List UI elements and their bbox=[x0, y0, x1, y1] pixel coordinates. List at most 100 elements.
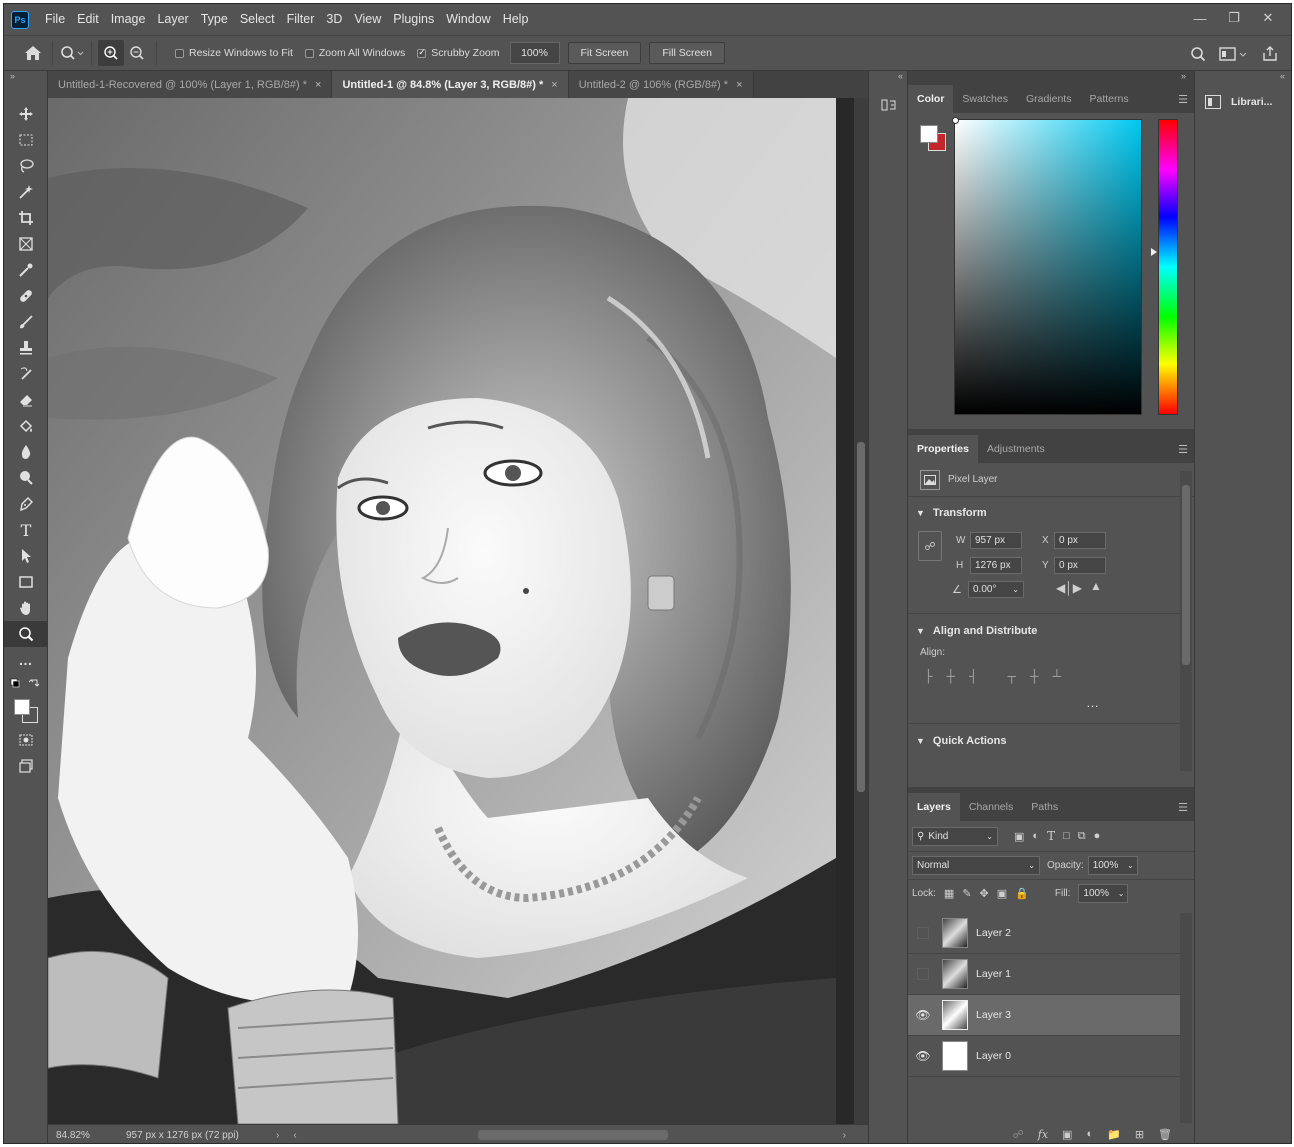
minimize-icon[interactable]: — bbox=[1185, 8, 1215, 28]
y-field[interactable]: 0 px bbox=[1054, 557, 1106, 574]
menu-file[interactable]: File bbox=[39, 4, 71, 35]
more-options-icon[interactable]: … bbox=[1086, 695, 1099, 710]
rectangle-tool-icon[interactable] bbox=[4, 569, 48, 595]
vertical-scrollbar[interactable] bbox=[854, 98, 868, 1124]
clone-stamp-tool-icon[interactable] bbox=[4, 335, 48, 361]
history-brush-tool-icon[interactable] bbox=[4, 361, 48, 387]
tab-untitled-1[interactable]: Untitled-1 @ 84.8% (Layer 3, RGB/8#) * × bbox=[332, 71, 569, 98]
zoom-out-icon[interactable] bbox=[124, 40, 150, 66]
fx-icon[interactable]: fx bbox=[1038, 1128, 1048, 1141]
pen-tool-icon[interactable] bbox=[4, 491, 48, 517]
link-layers-icon[interactable]: ☍ bbox=[1013, 1128, 1024, 1141]
flip-horizontal-icon[interactable]: ◀│▶ bbox=[1056, 581, 1082, 595]
color-picker-handle[interactable] bbox=[952, 117, 959, 124]
tab-untitled-1-recovered[interactable]: Untitled-1-Recovered @ 100% (Layer 1, RG… bbox=[48, 71, 333, 98]
filter-pixel-icon[interactable]: ▣ bbox=[1014, 830, 1024, 843]
foreground-color-swatch[interactable] bbox=[920, 125, 938, 143]
magic-wand-tool-icon[interactable] bbox=[4, 179, 48, 205]
fill-field[interactable]: 100% ⌄ bbox=[1078, 884, 1129, 903]
scrubby-zoom-checkbox[interactable]: Scrubby Zoom bbox=[417, 47, 500, 59]
x-field[interactable]: 0 px bbox=[1054, 532, 1106, 549]
crop-tool-icon[interactable] bbox=[4, 205, 48, 231]
restore-icon[interactable]: ❐ bbox=[1219, 8, 1249, 28]
collapse-icon[interactable]: « bbox=[1195, 71, 1291, 85]
tab-swatches[interactable]: Swatches bbox=[953, 85, 1017, 113]
layer-name[interactable]: Layer 2 bbox=[976, 927, 1011, 939]
menu-3d[interactable]: 3D bbox=[320, 4, 348, 35]
foreground-color-swatch[interactable] bbox=[14, 699, 30, 715]
collapse-icon[interactable]: » bbox=[908, 71, 1194, 85]
eraser-tool-icon[interactable] bbox=[4, 387, 48, 413]
fit-screen-button[interactable]: Fit Screen bbox=[567, 42, 642, 64]
menu-type[interactable]: Type bbox=[195, 4, 234, 35]
menu-view[interactable]: View bbox=[348, 4, 387, 35]
tab-gradients[interactable]: Gradients bbox=[1017, 85, 1081, 113]
properties-scrollbar[interactable] bbox=[1180, 471, 1192, 771]
tab-patterns[interactable]: Patterns bbox=[1080, 85, 1137, 113]
checkbox-box[interactable] bbox=[175, 48, 184, 58]
new-group-icon[interactable]: 📁 bbox=[1107, 1128, 1121, 1141]
lock-position-icon[interactable]: ✥ bbox=[980, 887, 989, 900]
checkbox-box[interactable] bbox=[304, 48, 314, 58]
layer-row-layer-3[interactable]: 👁 Layer 3 bbox=[908, 995, 1180, 1036]
add-mask-icon[interactable]: ▣ bbox=[1062, 1128, 1072, 1141]
zoom-all-windows-checkbox[interactable]: Zoom All Windows bbox=[304, 47, 405, 59]
close-icon[interactable]: × bbox=[551, 79, 557, 91]
layer-row-layer-2[interactable]: Layer 2 bbox=[908, 913, 1180, 954]
history-panel-icon[interactable] bbox=[879, 95, 899, 115]
align-middle-v-icon[interactable]: ┼ bbox=[1030, 669, 1039, 683]
filter-adjustment-icon[interactable]: ◐ bbox=[1032, 830, 1039, 842]
transform-section-header[interactable]: ▼ Transform bbox=[916, 507, 987, 519]
marquee-tool-icon[interactable] bbox=[4, 127, 48, 153]
hand-tool-icon[interactable] bbox=[4, 595, 48, 621]
fill-screen-button[interactable]: Fill Screen bbox=[649, 42, 725, 64]
menu-select[interactable]: Select bbox=[234, 4, 281, 35]
blur-tool-icon[interactable] bbox=[4, 439, 48, 465]
dodge-tool-icon[interactable] bbox=[4, 465, 48, 491]
lock-image-icon[interactable]: ✎ bbox=[962, 887, 971, 900]
menu-edit[interactable]: Edit bbox=[71, 4, 105, 35]
filter-type-icon[interactable]: T bbox=[1047, 829, 1055, 843]
close-icon[interactable]: × bbox=[736, 79, 742, 91]
align-section-header[interactable]: ▼ Align and Distribute bbox=[916, 625, 1037, 637]
horizontal-scrollbar-thumb[interactable] bbox=[478, 1130, 668, 1140]
flip-vertical-icon[interactable]: ▲ bbox=[1090, 579, 1102, 593]
visibility-toggle[interactable] bbox=[917, 968, 929, 980]
lasso-tool-icon[interactable] bbox=[4, 153, 48, 179]
layer-row-layer-1[interactable]: Layer 1 bbox=[908, 954, 1180, 995]
scroll-right-icon[interactable]: › bbox=[843, 1130, 846, 1141]
resize-windows-checkbox[interactable]: Resize Windows to Fit bbox=[175, 47, 293, 59]
panel-menu-icon[interactable]: ☰ bbox=[1178, 443, 1188, 456]
path-selection-tool-icon[interactable] bbox=[4, 543, 48, 569]
lock-transparent-icon[interactable]: ▦ bbox=[944, 887, 954, 900]
link-dimensions-icon[interactable]: ☍ bbox=[918, 531, 942, 561]
scroll-left-icon[interactable]: ‹ bbox=[293, 1130, 296, 1141]
zoom-level[interactable]: 84.82% bbox=[56, 1130, 126, 1141]
default-colors-icon[interactable] bbox=[4, 673, 48, 695]
search-icon[interactable] bbox=[1185, 41, 1211, 67]
libraries-button[interactable]: Librari... bbox=[1195, 85, 1291, 109]
menu-window[interactable]: Window bbox=[440, 4, 496, 35]
zoom-tool-preset-icon[interactable] bbox=[59, 40, 85, 66]
frame-tool-icon[interactable] bbox=[4, 231, 48, 257]
align-left-icon[interactable]: ├ bbox=[924, 669, 933, 683]
scrollbar-thumb[interactable] bbox=[857, 442, 865, 792]
move-tool-icon[interactable] bbox=[4, 101, 48, 127]
filter-smart-object-icon[interactable]: ⧉ bbox=[1078, 830, 1086, 843]
hue-slider[interactable] bbox=[1151, 119, 1178, 415]
close-icon[interactable]: ✕ bbox=[1253, 8, 1283, 28]
width-field[interactable]: 957 px bbox=[970, 532, 1022, 549]
visibility-toggle[interactable] bbox=[917, 927, 929, 939]
opacity-field[interactable]: 100% ⌄ bbox=[1087, 856, 1138, 875]
lock-artboard-icon[interactable]: ▣ bbox=[997, 887, 1007, 900]
home-icon[interactable] bbox=[20, 40, 46, 66]
angle-field[interactable]: 0.00° ⌄ bbox=[968, 581, 1024, 598]
collapse-icon[interactable]: « bbox=[869, 71, 907, 85]
color-swatches-fg-bg[interactable] bbox=[4, 695, 48, 727]
layer-row-layer-0[interactable]: 👁 Layer 0 bbox=[908, 1036, 1180, 1077]
scrollbar-thumb[interactable] bbox=[1182, 485, 1190, 665]
layers-scrollbar[interactable] bbox=[1180, 913, 1192, 1123]
workspace-icon[interactable] bbox=[1217, 41, 1251, 67]
tab-color[interactable]: Color bbox=[908, 85, 954, 113]
delete-layer-icon[interactable]: 🗑 bbox=[1158, 1128, 1172, 1141]
